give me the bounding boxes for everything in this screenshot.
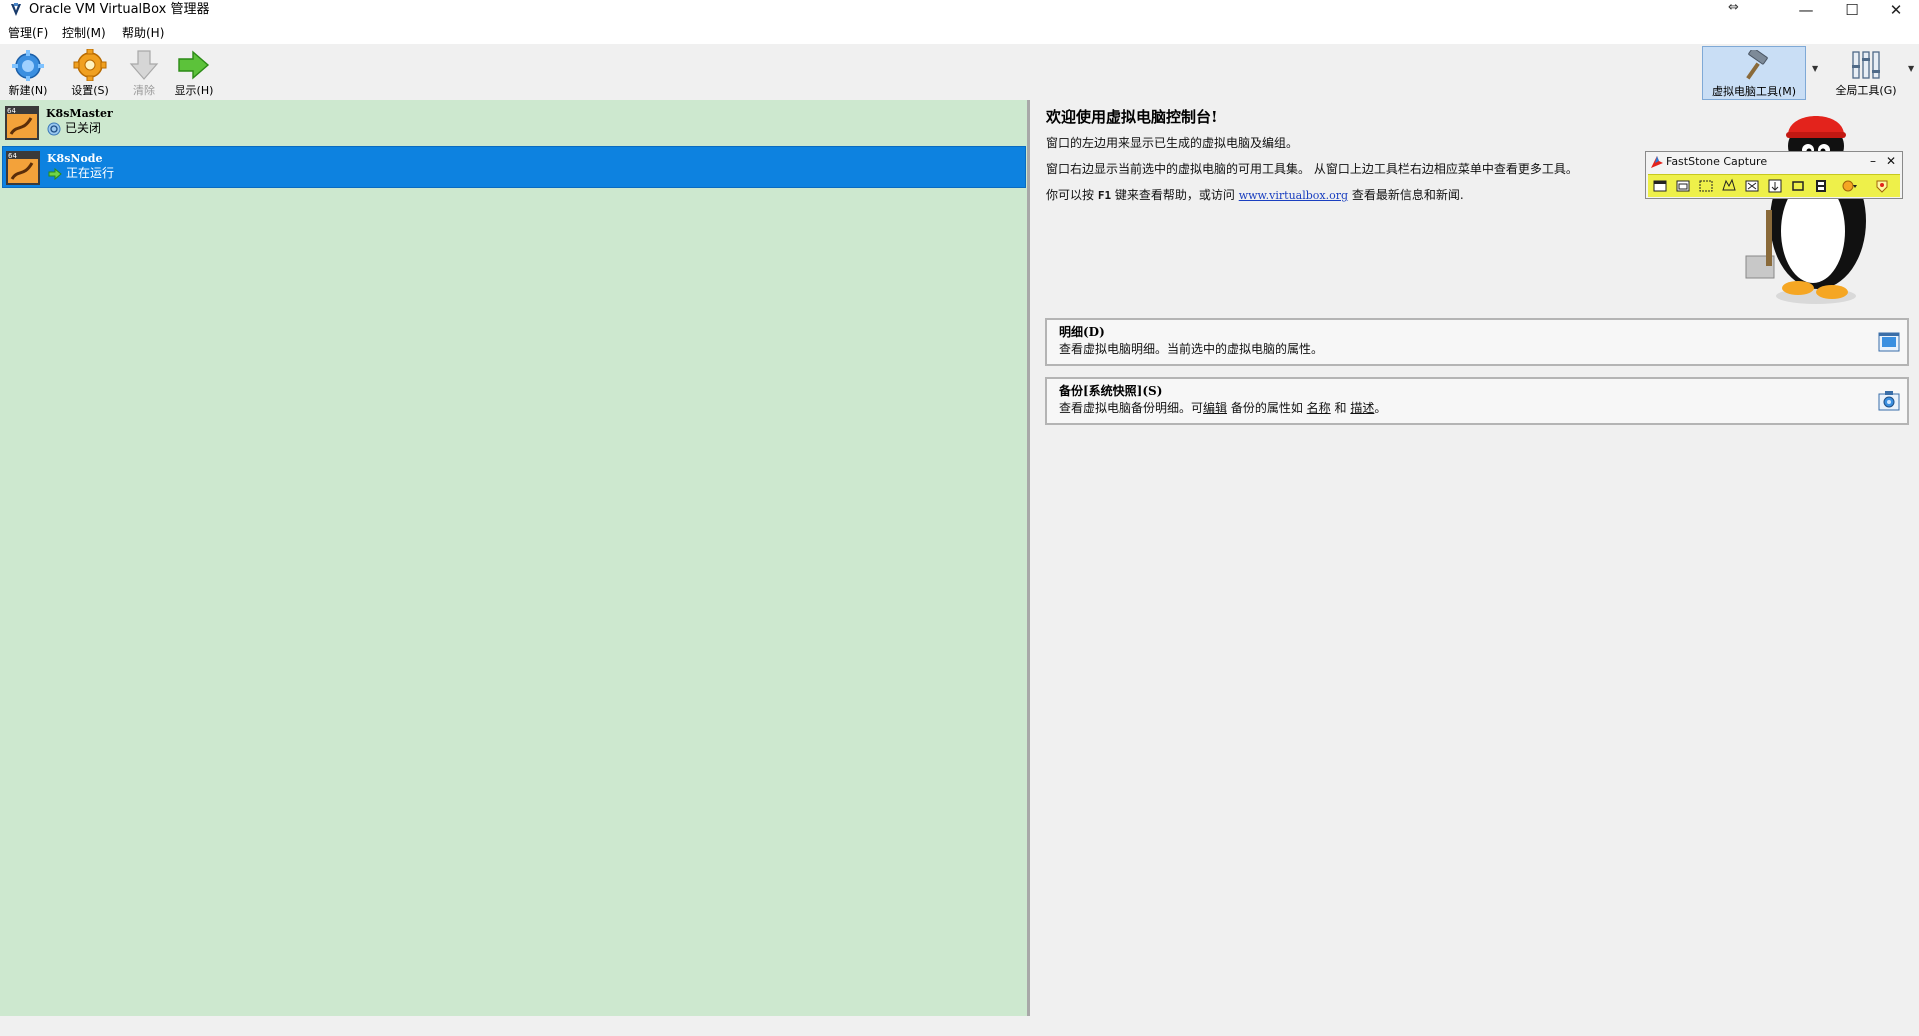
window-title: Oracle VM VirtualBox 管理器 (29, 2, 210, 17)
virtualbox-logo-icon (11, 3, 21, 16)
welcome-line-3-mid: 键来查看帮助，或访问 (1111, 188, 1239, 202)
capture-window-icon[interactable] (1652, 178, 1668, 194)
snapshots-tool-card[interactable]: 备份[系统快照](S) 查看虚拟电脑备份明细。可编辑 备份的属性如 名称 和 描… (1045, 377, 1909, 425)
vm-os-icon: 64 (5, 106, 39, 140)
card-desc-edit: 编辑 (1203, 401, 1228, 415)
title-bar: Oracle VM VirtualBox 管理器 ⇔ — ☐ ✕ (0, 0, 1919, 22)
capture-video-icon[interactable] (1813, 178, 1829, 194)
vm-os-icon: 64 (6, 151, 40, 185)
welcome-line-1: 窗口的左边用来显示已生成的虚拟电脑及编组。 (1046, 136, 1299, 150)
card-desc-part: 和 (1330, 401, 1351, 415)
capture-fullscreen-icon[interactable] (1744, 178, 1760, 194)
snapshots-icon (1878, 391, 1900, 411)
vm-item-k8snode[interactable]: 64 K8sNode 正在运行 (2, 146, 1026, 188)
vm-state: 正在运行 (66, 166, 115, 180)
show-label: 显示(H) (174, 84, 214, 97)
faststone-minimize-button[interactable]: – (1870, 153, 1876, 169)
status-bar (0, 1016, 1919, 1036)
machine-tools-button[interactable]: 虚拟电脑工具(M) (1702, 46, 1806, 100)
virtualbox-link[interactable]: www.virtualbox.org (1239, 189, 1348, 202)
menu-control[interactable]: 控制(M) (62, 25, 106, 41)
menu-manage[interactable]: 管理(F) (8, 25, 48, 41)
card-title: 备份[系统快照](S) (1059, 384, 1163, 398)
card-desc-part: 备份的属性如 (1227, 401, 1307, 415)
card-title: 明细(D) (1059, 325, 1105, 339)
faststone-title: FastStone Capture (1666, 155, 1768, 168)
vm-item-k8smaster[interactable]: 64 K8sMaster 已关闭 (2, 102, 1026, 144)
card-desc-part: 查看虚拟电脑备份明细。可 (1059, 401, 1204, 415)
vm-name: K8sMaster (46, 107, 113, 120)
faststone-logo-icon (1651, 156, 1663, 168)
global-tools-button[interactable]: 全局工具(G) (1828, 46, 1904, 100)
new-vm-icon (12, 50, 44, 81)
help-key: F1 (1097, 189, 1112, 202)
card-desc-part: 。 (1374, 401, 1387, 415)
faststone-capture-window[interactable]: FastStone Capture – ✕ (1645, 151, 1903, 199)
new-button[interactable]: 新建(N) (2, 46, 54, 100)
settings-label: 设置(S) (71, 84, 109, 97)
vm-state: 已关闭 (65, 121, 102, 135)
discard-button: 清除 (118, 46, 170, 100)
close-button[interactable]: ✕ (1873, 0, 1919, 22)
hammer-icon (1746, 50, 1768, 80)
faststone-close-button[interactable]: ✕ (1886, 153, 1896, 169)
machine-tools-label: 虚拟电脑工具(M) (1711, 85, 1797, 98)
svg-text:64: 64 (8, 152, 17, 160)
welcome-title: 欢迎使用虚拟电脑控制台! (1046, 108, 1218, 126)
output-options-icon[interactable] (1841, 178, 1857, 194)
power-off-icon (47, 122, 61, 136)
details-tool-card[interactable]: 明细(D) 查看虚拟电脑明细。当前选中的虚拟电脑的属性。 (1045, 318, 1909, 366)
discard-label: 清除 (133, 84, 155, 97)
capture-freehand-icon[interactable] (1721, 178, 1737, 194)
vm-name: K8sNode (47, 152, 103, 165)
welcome-line-2: 窗口右边显示当前选中的虚拟电脑的可用工具集。 从窗口上边工具栏右边相应菜单中查看… (1046, 162, 1578, 176)
welcome-line-3-pre: 你可以按 (1046, 188, 1098, 202)
discard-arrow-down-icon (129, 50, 159, 80)
card-desc-description: 描述 (1350, 401, 1375, 415)
card-desc: 查看虚拟电脑备份明细。可编辑 备份的属性如 名称 和 描述。 (1059, 400, 1386, 416)
show-arrow-right-icon (178, 50, 210, 80)
resize-icon: ⇔ (1728, 0, 1739, 15)
menu-help[interactable]: 帮助(H) (122, 25, 164, 41)
welcome-line-3-post: 查看最新信息和新闻. (1348, 188, 1464, 202)
main-toolbar: 新建(N) 设置(S) 清除 显示(H) 虚拟电脑工具(M) ▼ 全局工具(G)… (0, 44, 1919, 100)
maximize-button[interactable]: ☐ (1829, 0, 1875, 22)
capture-fixed-region-icon[interactable] (1790, 178, 1806, 194)
penguin-mascot-icon (1745, 116, 1866, 304)
vm-list[interactable]: 64 K8sMaster 已关闭 64 K8sNode 正在运行 (0, 100, 1030, 1016)
new-label: 新建(N) (8, 84, 48, 97)
capture-rect-icon[interactable] (1698, 178, 1714, 194)
settings-gear-icon (73, 49, 107, 81)
settings-button[interactable]: 设置(S) (64, 46, 116, 100)
svg-text:64: 64 (7, 107, 16, 115)
capture-scrolling-icon[interactable] (1767, 178, 1783, 194)
welcome-line-3: 你可以按 F1 键来查看帮助，或访问 www.virtualbox.org 查看… (1046, 187, 1464, 204)
faststone-toolbar (1648, 174, 1900, 197)
global-tools-label: 全局工具(G) (1835, 84, 1897, 97)
capture-object-icon[interactable] (1675, 178, 1691, 194)
running-arrow-icon (48, 167, 62, 181)
menu-bar: 管理(F) 控制(M) 帮助(H) (0, 22, 1919, 44)
global-tools-dropdown-icon[interactable]: ▼ (1908, 64, 1914, 73)
machine-tools-dropdown-icon[interactable]: ▼ (1812, 64, 1818, 73)
show-button[interactable]: 显示(H) (168, 46, 220, 100)
card-desc: 查看虚拟电脑明细。当前选中的虚拟电脑的属性。 (1059, 342, 1324, 356)
card-desc-name: 名称 (1306, 401, 1331, 415)
minimize-button[interactable]: — (1783, 0, 1829, 22)
global-tools-icon (1852, 51, 1880, 79)
details-icon (1878, 332, 1900, 352)
settings-icon[interactable] (1874, 178, 1890, 194)
